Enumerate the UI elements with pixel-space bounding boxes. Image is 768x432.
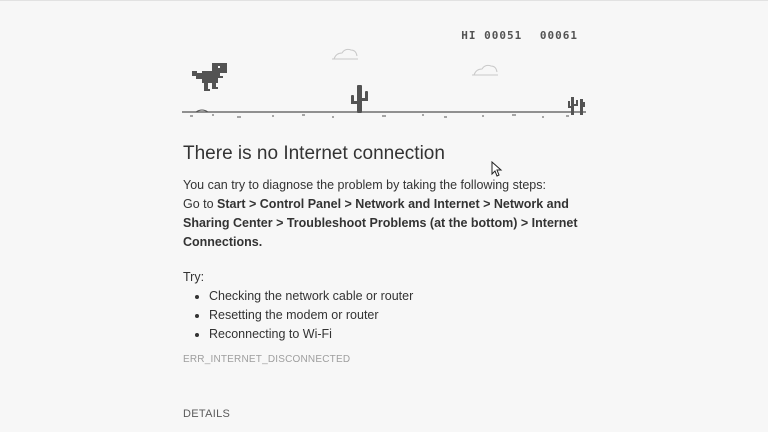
current-score: 00061: [539, 29, 578, 42]
error-code: ERR_INTERNET_DISCONNECTED: [183, 354, 351, 365]
score-display: HI 00051 00061: [461, 29, 578, 42]
t-rex-icon: [192, 63, 227, 91]
error-content: There is no Internet connection You can …: [183, 142, 603, 365]
ground: [182, 109, 586, 118]
path-start: Start: [217, 197, 246, 211]
page-title: There is no Internet connection: [183, 143, 445, 164]
cloud-icon: [472, 64, 498, 76]
diagnose-intro: You can try to diagnose the problem by t…: [183, 178, 546, 192]
high-score: HI 00051: [461, 29, 530, 42]
list-item: Reconnecting to Wi-Fi: [209, 325, 603, 344]
details-button[interactable]: DETAILS: [183, 408, 230, 420]
suggestions-list: Checking the network cable or router Res…: [183, 287, 603, 344]
try-label: Try:: [183, 270, 205, 284]
high-score-value: 00051: [484, 29, 523, 42]
diagnose-instructions: You can try to diagnose the problem by t…: [183, 176, 603, 252]
mouse-cursor-icon: [491, 161, 503, 177]
offline-page: HI 00051 00061 There is no Internet conn…: [0, 0, 768, 432]
high-score-label: HI: [461, 29, 477, 42]
cloud-icon: [332, 48, 358, 60]
list-item: Resetting the modem or router: [209, 306, 603, 325]
diagnose-path: Go to Start > Control Panel > Network an…: [183, 197, 578, 249]
list-item: Checking the network cable or router: [209, 287, 603, 306]
dino-game[interactable]: HI 00051 00061: [182, 23, 586, 123]
path-control-panel: Control Panel: [259, 197, 342, 211]
cactus-icon: [351, 85, 368, 113]
path-network-internet: Network and Internet: [355, 197, 480, 211]
path-troubleshoot: Troubleshoot Problems (at the bottom): [286, 216, 518, 230]
